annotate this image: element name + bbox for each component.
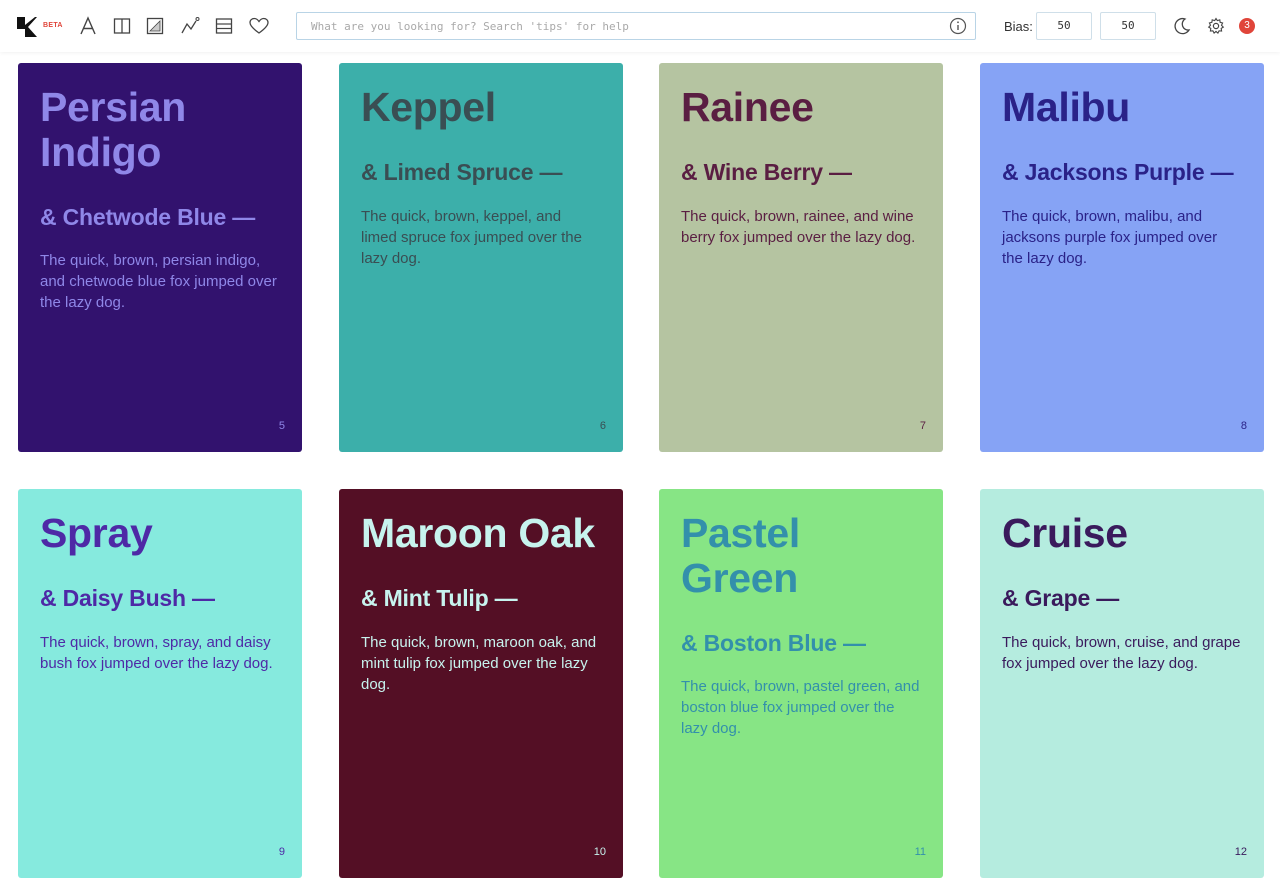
card-title: Rainee — [681, 84, 814, 130]
palette-card[interactable]: Cruise & Grape — The quick, brown, cruis… — [980, 489, 1264, 878]
card-subtitle: & Chetwode Blue — — [40, 204, 256, 230]
card-number: 12 — [1234, 846, 1247, 858]
card-description: The quick, brown, pastel green, and bost… — [681, 678, 920, 737]
palette-card[interactable]: Keppel & Limed Spruce — The quick, brown… — [339, 63, 623, 452]
card-description: The quick, brown, cruise, and grape fox … — [1002, 634, 1241, 672]
card-title: Cruise — [1002, 510, 1128, 556]
card-subtitle: & Wine Berry — — [681, 159, 852, 185]
bias-input-1[interactable]: 50 — [1036, 12, 1092, 40]
moon-icon[interactable] — [1171, 15, 1193, 37]
card-subtitle: & Boston Blue — — [681, 630, 866, 656]
card-subtitle: & Daisy Bush — — [40, 585, 215, 611]
gradient-icon[interactable] — [144, 15, 166, 37]
card-description: The quick, brown, rainee, and wine berry… — [681, 208, 916, 246]
palette-card[interactable]: Rainee & Wine Berry — The quick, brown, … — [659, 63, 943, 452]
card-description: The quick, brown, spray, and daisy bush … — [40, 634, 273, 672]
columns-icon[interactable] — [111, 15, 133, 37]
font-icon[interactable] — [77, 15, 99, 37]
card-subtitle: & Limed Spruce — — [361, 159, 563, 185]
search-input[interactable] — [297, 13, 937, 39]
palette-card[interactable]: Malibu & Jacksons Purple — The quick, br… — [980, 63, 1264, 452]
card-number: 8 — [1240, 420, 1247, 432]
card-title: Pastel Green — [681, 510, 800, 601]
card-description: The quick, brown, persian indigo, and ch… — [40, 252, 277, 311]
card-number: 7 — [919, 420, 926, 432]
card-description: The quick, brown, keppel, and limed spru… — [361, 208, 582, 267]
card-description: The quick, brown, maroon oak, and mint t… — [361, 634, 597, 693]
card-title: Spray — [40, 510, 153, 556]
search-bar — [296, 12, 976, 40]
palette-card[interactable]: Pastel Green & Boston Blue — The quick, … — [659, 489, 943, 878]
notification-badge[interactable]: 3 — [1239, 18, 1255, 34]
card-number: 11 — [914, 846, 926, 858]
card-description: The quick, brown, malibu, and jacksons p… — [1002, 208, 1218, 267]
card-title: Maroon Oak — [361, 510, 595, 556]
card-number: 6 — [599, 420, 606, 432]
palette-card[interactable]: Persian Indigo & Chetwode Blue — The qui… — [18, 63, 302, 452]
palette-card[interactable]: Spray & Daisy Bush — The quick, brown, s… — [18, 489, 302, 878]
card-subtitle: & Jacksons Purple — — [1002, 159, 1234, 185]
bias-label: Bias: — [1004, 19, 1033, 34]
card-title: Keppel — [361, 84, 496, 130]
gear-icon[interactable] — [1205, 15, 1227, 37]
logo-icon[interactable] — [16, 16, 38, 38]
card-title: Malibu — [1002, 84, 1131, 130]
bias-input-2[interactable]: 50 — [1100, 12, 1156, 40]
card-title: Persian Indigo — [40, 84, 187, 175]
heart-icon[interactable] — [248, 15, 270, 37]
card-subtitle: & Grape — — [1002, 585, 1120, 611]
beta-badge: BETA — [43, 22, 63, 29]
rows-icon[interactable] — [213, 15, 235, 37]
info-icon[interactable] — [949, 17, 967, 35]
top-toolbar: BETA Bias: 50 50 3 — [0, 0, 1280, 52]
card-number: 9 — [278, 846, 285, 858]
card-number: 5 — [278, 420, 285, 432]
palette-card[interactable]: Maroon Oak & Mint Tulip — The quick, bro… — [339, 489, 623, 878]
chart-icon[interactable] — [179, 15, 201, 37]
card-subtitle: & Mint Tulip — — [361, 585, 518, 611]
card-number: 10 — [593, 846, 606, 858]
